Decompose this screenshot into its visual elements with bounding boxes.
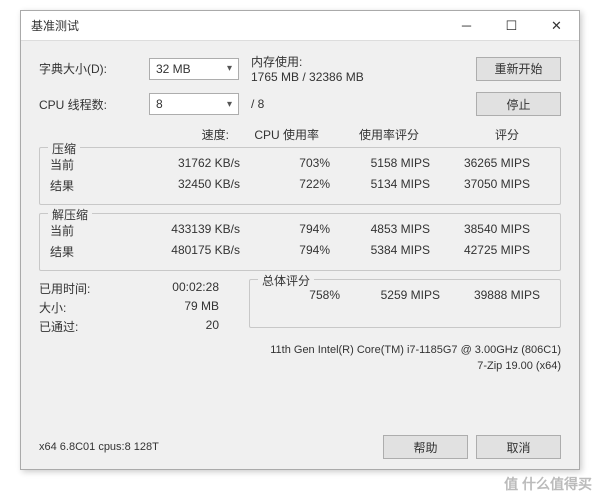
restart-button[interactable]: 重新开始 bbox=[476, 57, 561, 81]
close-button[interactable]: ✕ bbox=[534, 11, 579, 41]
decompress-group: 解压缩 当前 433139 KB/s 794% 4853 MIPS 38540 … bbox=[39, 213, 561, 271]
cancel-button[interactable]: 取消 bbox=[476, 435, 561, 459]
chevron-down-icon: ▾ bbox=[227, 63, 232, 74]
table-row: 结果 32450 KB/s 722% 5134 MIPS 37050 MIPS bbox=[50, 175, 550, 196]
dict-size-label: 字典大小(D): bbox=[39, 60, 149, 77]
header-cpu: CPU 使用率 bbox=[229, 126, 319, 143]
help-button[interactable]: 帮助 bbox=[383, 435, 468, 459]
total-title: 总体评分 bbox=[258, 272, 314, 289]
window-title: 基准测试 bbox=[21, 17, 444, 34]
total-group: 总体评分 758% 5259 MIPS 39888 MIPS bbox=[249, 279, 561, 328]
compress-group: 压缩 当前 31762 KB/s 703% 5158 MIPS 36265 MI… bbox=[39, 147, 561, 205]
watermark: 值 什么值得买 bbox=[504, 474, 592, 494]
size-value: 79 MB bbox=[119, 299, 219, 316]
header-speed: 速度: bbox=[99, 126, 229, 143]
compress-title: 压缩 bbox=[48, 140, 80, 157]
content: 字典大小(D): 32 MB ▾ 内存使用: 1765 MB / 32386 M… bbox=[21, 41, 579, 380]
app-info: 7-Zip 19.00 (x64) bbox=[39, 360, 561, 372]
memory-info: 内存使用: 1765 MB / 32386 MB bbox=[251, 53, 364, 84]
minimize-button[interactable]: ─ bbox=[444, 11, 489, 41]
maximize-button[interactable]: ☐ bbox=[489, 11, 534, 41]
threads-total: / 8 bbox=[251, 97, 264, 111]
dict-size-value: 32 MB bbox=[156, 62, 191, 76]
column-headers: 速度: CPU 使用率 使用率评分 评分 bbox=[39, 124, 561, 147]
header-rating: 使用率评分 bbox=[319, 126, 419, 143]
memory-value: 1765 MB / 32386 MB bbox=[251, 70, 364, 84]
threads-select[interactable]: 8 ▾ bbox=[149, 93, 239, 115]
memory-label: 内存使用: bbox=[251, 53, 364, 70]
footer: x64 6.8C01 cpus:8 128T 帮助 取消 bbox=[39, 435, 561, 459]
decompress-title: 解压缩 bbox=[48, 206, 92, 223]
stop-button[interactable]: 停止 bbox=[476, 92, 561, 116]
dict-size-select[interactable]: 32 MB ▾ bbox=[149, 58, 239, 80]
version-text: x64 6.8C01 cpus:8 128T bbox=[39, 441, 375, 453]
chevron-down-icon: ▾ bbox=[227, 99, 232, 110]
table-row: 结果 480175 KB/s 794% 5384 MIPS 42725 MIPS bbox=[50, 241, 550, 262]
threads-label: CPU 线程数: bbox=[39, 96, 149, 113]
elapsed-value: 00:02:28 bbox=[119, 280, 219, 297]
threads-value: 8 bbox=[156, 97, 163, 111]
header-score: 评分 bbox=[419, 126, 519, 143]
titlebar: 基准测试 ─ ☐ ✕ bbox=[21, 11, 579, 41]
passes-value: 20 bbox=[119, 318, 219, 335]
table-row: 当前 433139 KB/s 794% 4853 MIPS 38540 MIPS bbox=[50, 220, 550, 241]
cpu-info: 11th Gen Intel(R) Core(TM) i7-1185G7 @ 3… bbox=[39, 344, 561, 356]
stats-panel: 已用时间:00:02:28 大小:79 MB 已通过:20 bbox=[39, 279, 239, 336]
benchmark-window: 基准测试 ─ ☐ ✕ 字典大小(D): 32 MB ▾ 内存使用: 1765 M… bbox=[20, 10, 580, 470]
table-row: 当前 31762 KB/s 703% 5158 MIPS 36265 MIPS bbox=[50, 154, 550, 175]
